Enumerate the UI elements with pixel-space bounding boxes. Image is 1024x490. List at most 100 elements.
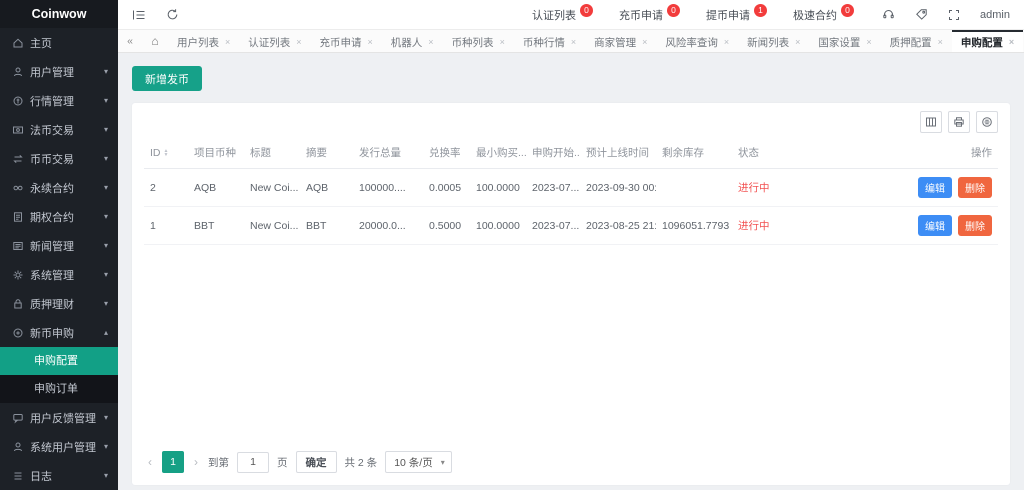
tab-close-icon[interactable]: × xyxy=(1009,37,1014,47)
chevron-down-icon: ▾ xyxy=(104,413,108,422)
edit-button[interactable]: 编辑 xyxy=(918,215,952,236)
tab-country-settings[interactable]: 国家设置× xyxy=(809,30,880,52)
page-unit-label: 页 xyxy=(277,455,288,470)
cell-launch: 2023-08-25 21:1... xyxy=(580,207,656,245)
cell-summary: AQB xyxy=(300,169,353,207)
edit-button[interactable]: 编辑 xyxy=(918,177,952,198)
infinity-icon xyxy=(12,182,30,194)
tab-close-icon[interactable]: × xyxy=(296,37,301,47)
sidebar-item-system-user-management[interactable]: 系统用户管理 ▾ xyxy=(0,432,118,461)
tab-coin-list[interactable]: 币种列表 × xyxy=(443,30,514,52)
chevron-down-icon: ▾ xyxy=(104,270,108,279)
sidebar-subitem-subscription-orders[interactable]: 申购订单 xyxy=(0,375,118,403)
sidebar-item-user-management[interactable]: 用户管理 ▾ xyxy=(0,57,118,86)
sidebar-item-options-contract[interactable]: 期权合约 ▾ xyxy=(0,202,118,231)
add-coin-button[interactable]: 新增发币 xyxy=(132,66,202,91)
quick-link-auth-list[interactable]: 认证列表 0 xyxy=(532,7,593,23)
news-icon xyxy=(12,240,30,252)
sidebar-item-user-feedback-management[interactable]: 用户反馈管理 ▾ xyxy=(0,403,118,432)
delete-button[interactable]: 删除 xyxy=(958,215,992,236)
fullscreen-icon[interactable] xyxy=(948,9,960,21)
sidebar-item-logs[interactable]: 日志 ▾ xyxy=(0,461,118,490)
count-badge: 0 xyxy=(841,4,854,17)
sidebar-item-system-management[interactable]: 系统管理 ▾ xyxy=(0,260,118,289)
col-header-stock: 剩余库存 xyxy=(656,137,732,169)
tab-close-icon[interactable]: × xyxy=(225,37,230,47)
tab-auth-list[interactable]: 认证列表× xyxy=(239,30,310,52)
app-window: Coinwow 主页 用户管理 ▾ 行情管理 ▾ 法币交易 ▾ 币币交易 ▾ 永… xyxy=(0,0,1024,490)
sidebar-item-label: 永续合约 xyxy=(30,180,74,196)
tab-close-icon[interactable]: × xyxy=(938,37,943,47)
sidebar-item-market-management[interactable]: 行情管理 ▾ xyxy=(0,86,118,115)
tab-close-icon[interactable]: × xyxy=(428,37,433,47)
tab-close-icon[interactable]: × xyxy=(724,37,729,47)
tab-close-icon[interactable]: × xyxy=(866,37,871,47)
sidebar-item-home[interactable]: 主页 xyxy=(0,28,118,57)
chevron-up-icon: ▴ xyxy=(104,328,108,337)
per-page-value: 10 条/页 xyxy=(394,455,433,470)
delete-button[interactable]: 删除 xyxy=(958,177,992,198)
sidebar-item-label: 新币申购 xyxy=(30,325,74,341)
tab-close-icon[interactable]: × xyxy=(795,37,800,47)
quick-link-deposit-request[interactable]: 充币申请 0 xyxy=(619,7,680,23)
col-header-total: 发行总量 xyxy=(353,137,423,169)
cell-stock: 1096051.7793 xyxy=(656,207,732,245)
tabs-scroll-left-icon[interactable]: « xyxy=(118,30,142,52)
total-count-label: 共 2 条 xyxy=(345,455,378,470)
sidebar-item-label: 币币交易 xyxy=(30,151,74,167)
tab-pledge-config[interactable]: 质押配置 × xyxy=(881,30,952,52)
tab-close-icon[interactable]: × xyxy=(642,37,647,47)
cell-total: 20000.0... xyxy=(353,207,423,245)
cell-coin: BBT xyxy=(188,207,244,245)
prev-page-icon[interactable]: ‹ xyxy=(146,455,154,469)
tab-close-icon[interactable]: × xyxy=(571,37,576,47)
current-page[interactable]: 1 xyxy=(162,451,184,473)
quick-link-withdraw-request[interactable]: 提币申请 1 xyxy=(706,7,767,23)
support-icon[interactable] xyxy=(882,8,895,21)
tab-merchant-management[interactable]: 商家管理× xyxy=(585,30,656,52)
sidebar-item-news-management[interactable]: 新闻管理 ▾ xyxy=(0,231,118,260)
goto-page-input[interactable] xyxy=(237,452,269,473)
quick-link-fast-contract[interactable]: 极速合约 0 xyxy=(793,7,854,23)
tab-coin-market[interactable]: 币种行情× xyxy=(514,30,585,52)
tab-subscription-config[interactable]: 申购配置× xyxy=(952,30,1023,52)
collapse-sidebar-icon[interactable] xyxy=(132,9,146,21)
export-icon[interactable] xyxy=(976,111,998,133)
cell-actions: 编辑删除 xyxy=(886,169,998,207)
tab-home-icon[interactable]: ⌂ xyxy=(142,30,168,52)
tab-user-list[interactable]: 用户列表× xyxy=(168,30,239,52)
tab-close-icon[interactable]: × xyxy=(368,37,373,47)
sidebar-item-perpetual-contract[interactable]: 永续合约 ▾ xyxy=(0,173,118,202)
tab-news-list[interactable]: 新闻列表× xyxy=(738,30,809,52)
confirm-button[interactable]: 确定 xyxy=(296,451,337,473)
sidebar-item-spot-trade[interactable]: 币币交易 ▾ xyxy=(0,144,118,173)
sort-icon[interactable]: ▲▼ xyxy=(164,149,169,157)
tab-risk-rate-query[interactable]: 风险率查询× xyxy=(656,30,738,52)
tab-label: 质押配置 xyxy=(890,35,932,50)
per-page-select[interactable]: 10 条/页 ▾ xyxy=(385,451,452,473)
sidebar-item-pledge-finance[interactable]: 质押理财 ▾ xyxy=(0,289,118,318)
cell-rate: 0.0005 xyxy=(423,169,470,207)
tab-label: 币种列表 xyxy=(452,35,494,50)
sidebar-item-fiat-trade[interactable]: 法币交易 ▾ xyxy=(0,115,118,144)
col-header-id[interactable]: ID▲▼ xyxy=(144,137,188,169)
print-icon[interactable] xyxy=(948,111,970,133)
sidebar-subitem-subscription-config[interactable]: 申购配置 xyxy=(0,347,118,375)
next-page-icon[interactable]: › xyxy=(192,455,200,469)
tag-icon[interactable] xyxy=(915,8,928,21)
chevron-down-icon: ▾ xyxy=(104,299,108,308)
cell-id: 2 xyxy=(144,169,188,207)
tab-deposit-request[interactable]: 充币申请× xyxy=(311,30,382,52)
sidebar-item-new-coin-subscription[interactable]: 新币申购 ▴ xyxy=(0,318,118,347)
chevron-down-icon: ▾ xyxy=(104,442,108,451)
chevron-down-icon: ▾ xyxy=(104,154,108,163)
tab-robot[interactable]: 机器人× xyxy=(382,30,443,52)
lock-icon xyxy=(12,298,30,310)
refresh-icon[interactable] xyxy=(166,8,179,21)
tab-close-icon[interactable]: × xyxy=(500,37,505,47)
columns-icon[interactable] xyxy=(920,111,942,133)
username[interactable]: admin xyxy=(980,9,1010,21)
quick-link-label: 充币申请 xyxy=(619,7,663,23)
topbar: 认证列表 0 充币申请 0 提币申请 1 极速合约 0 xyxy=(118,0,1024,30)
goto-label: 到第 xyxy=(208,455,229,470)
